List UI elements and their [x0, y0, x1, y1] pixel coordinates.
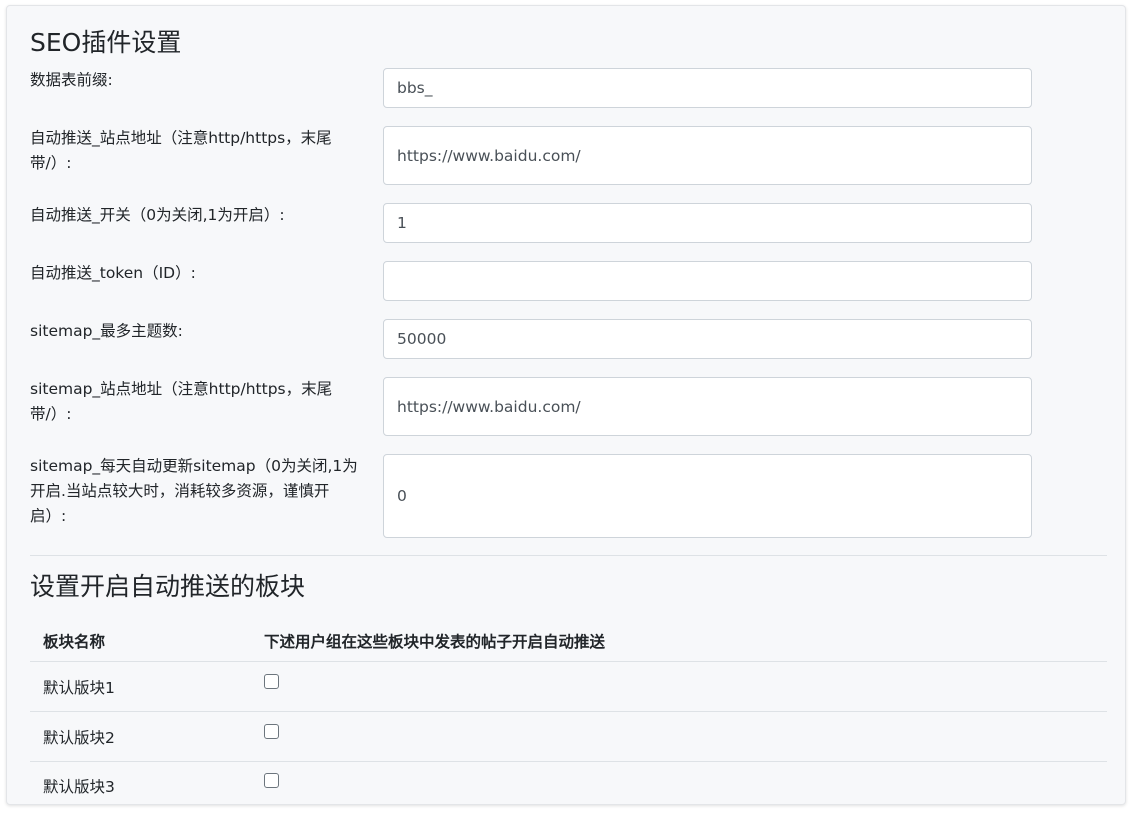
settings-card: SEO插件设置 数据表前缀: 自动推送_站点地址（注意http/https，末尾…: [6, 5, 1126, 805]
sitemap-daily-update-label: sitemap_每天自动更新sitemap（0为关闭,1为开启.当站点较大时，消…: [30, 457, 358, 525]
column-header-auto-push: 下述用户组在这些板块中发表的帖子开启自动推送: [264, 633, 606, 651]
forum-1-auto-push-checkbox[interactable]: [264, 674, 279, 689]
form-row-table-prefix: 数据表前缀:: [30, 68, 1032, 108]
form-row-push-switch: 自动推送_开关（0为关闭,1为开启）:: [30, 203, 1032, 243]
seo-settings-title: SEO插件设置: [30, 28, 182, 57]
push-switch-input[interactable]: [383, 203, 1032, 243]
table-prefix-input[interactable]: [383, 68, 1032, 108]
push-token-input[interactable]: [383, 261, 1032, 301]
form-row-sitemap-daily-update: sitemap_每天自动更新sitemap（0为关闭,1为开启.当站点较大时，消…: [30, 454, 1032, 538]
forum-name: 默认版块3: [43, 778, 115, 796]
form-row-sitemap-max-topics: sitemap_最多主题数:: [30, 319, 1032, 359]
forum-table-header: 板块名称 下述用户组在这些板块中发表的帖子开启自动推送: [30, 621, 1107, 662]
table-row: 默认版块1: [30, 662, 1107, 712]
sitemap-max-topics-input[interactable]: [383, 319, 1032, 359]
table-prefix-label: 数据表前缀:: [30, 71, 113, 89]
forum-2-auto-push-checkbox[interactable]: [264, 724, 279, 739]
form-row-push-site-url: 自动推送_站点地址（注意http/https，末尾带/）:: [30, 126, 1032, 185]
form-row-push-token: 自动推送_token（ID）:: [30, 261, 1032, 301]
sitemap-daily-update-input[interactable]: [383, 454, 1032, 538]
auto-push-forums-title: 设置开启自动推送的板块: [30, 572, 306, 601]
table-row: 默认版块2: [30, 712, 1107, 762]
sitemap-site-url-input[interactable]: [383, 377, 1032, 436]
sitemap-site-url-label: sitemap_站点地址（注意http/https，末尾带/）:: [30, 380, 333, 423]
push-site-url-label: 自动推送_站点地址（注意http/https，末尾带/）:: [30, 129, 332, 172]
form-row-sitemap-site-url: sitemap_站点地址（注意http/https，末尾带/）:: [30, 377, 1032, 436]
push-site-url-input[interactable]: [383, 126, 1032, 185]
forum-name: 默认版块2: [43, 729, 115, 747]
forum-name: 默认版块1: [43, 679, 115, 697]
table-row: 默认版块3: [30, 761, 1107, 804]
sitemap-max-topics-label: sitemap_最多主题数:: [30, 322, 183, 340]
push-switch-label: 自动推送_开关（0为关闭,1为开启）:: [30, 206, 285, 224]
column-header-forum-name: 板块名称: [43, 633, 106, 651]
push-token-label: 自动推送_token（ID）:: [30, 264, 196, 282]
section-divider: [30, 555, 1107, 556]
forum-3-auto-push-checkbox[interactable]: [264, 773, 279, 788]
